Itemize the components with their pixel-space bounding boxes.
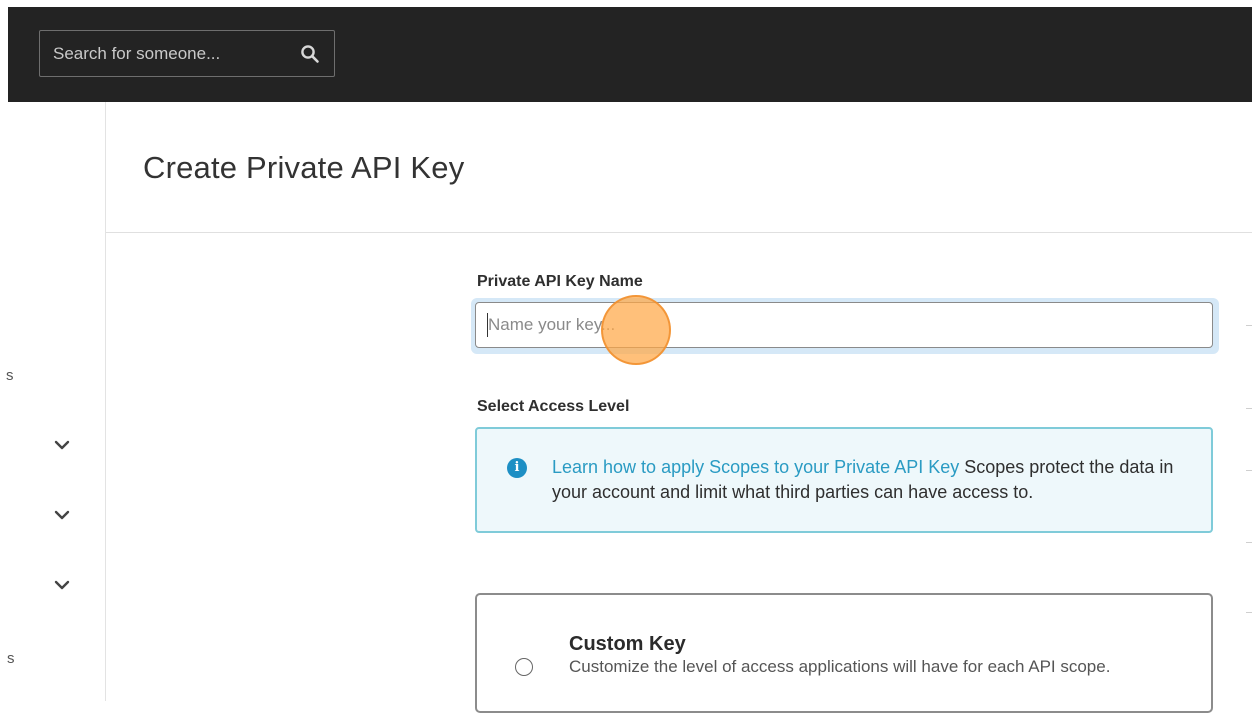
access-level-label: Select Access Level bbox=[477, 398, 630, 415]
search-input-placeholder[interactable]: Search for someone... bbox=[53, 44, 220, 64]
chevron-down-icon[interactable] bbox=[54, 510, 70, 520]
top-navbar: Search for someone... bbox=[8, 7, 1252, 102]
info-icon: i bbox=[507, 458, 527, 478]
sidebar: s s bbox=[6, 102, 106, 701]
page-title: Create Private API Key bbox=[143, 150, 465, 185]
scopes-info-text: Learn how to apply Scopes to your Privat… bbox=[552, 455, 1200, 505]
search-icon[interactable] bbox=[300, 44, 320, 64]
custom-key-option[interactable]: Custom Key Customize the level of access… bbox=[475, 593, 1213, 713]
custom-key-title: Custom Key bbox=[569, 633, 686, 655]
chevron-down-icon[interactable] bbox=[54, 440, 70, 450]
key-name-input[interactable] bbox=[475, 302, 1213, 348]
custom-key-description: Customize the level of access applicatio… bbox=[569, 657, 1111, 676]
scopes-help-link[interactable]: Learn how to apply Scopes to your Privat… bbox=[552, 457, 959, 477]
sidebar-item-label-truncated[interactable]: s bbox=[6, 367, 14, 384]
page-header: Create Private API Key bbox=[106, 102, 1252, 233]
top-strip bbox=[0, 0, 1252, 7]
chevron-down-icon[interactable] bbox=[54, 580, 70, 590]
scopes-info-callout: i Learn how to apply Scopes to your Priv… bbox=[475, 427, 1213, 533]
key-name-label: Private API Key Name bbox=[477, 273, 643, 290]
key-name-focus-ring bbox=[471, 298, 1219, 354]
search-box[interactable]: Search for someone... bbox=[39, 30, 335, 77]
right-edge-marks bbox=[1246, 320, 1252, 620]
sidebar-item-label-truncated[interactable]: s bbox=[7, 650, 15, 667]
app-frame: Search for someone... s s Create Private… bbox=[0, 0, 1252, 713]
custom-key-radio[interactable] bbox=[515, 658, 533, 676]
click-indicator bbox=[601, 295, 671, 365]
text-caret bbox=[487, 313, 488, 337]
